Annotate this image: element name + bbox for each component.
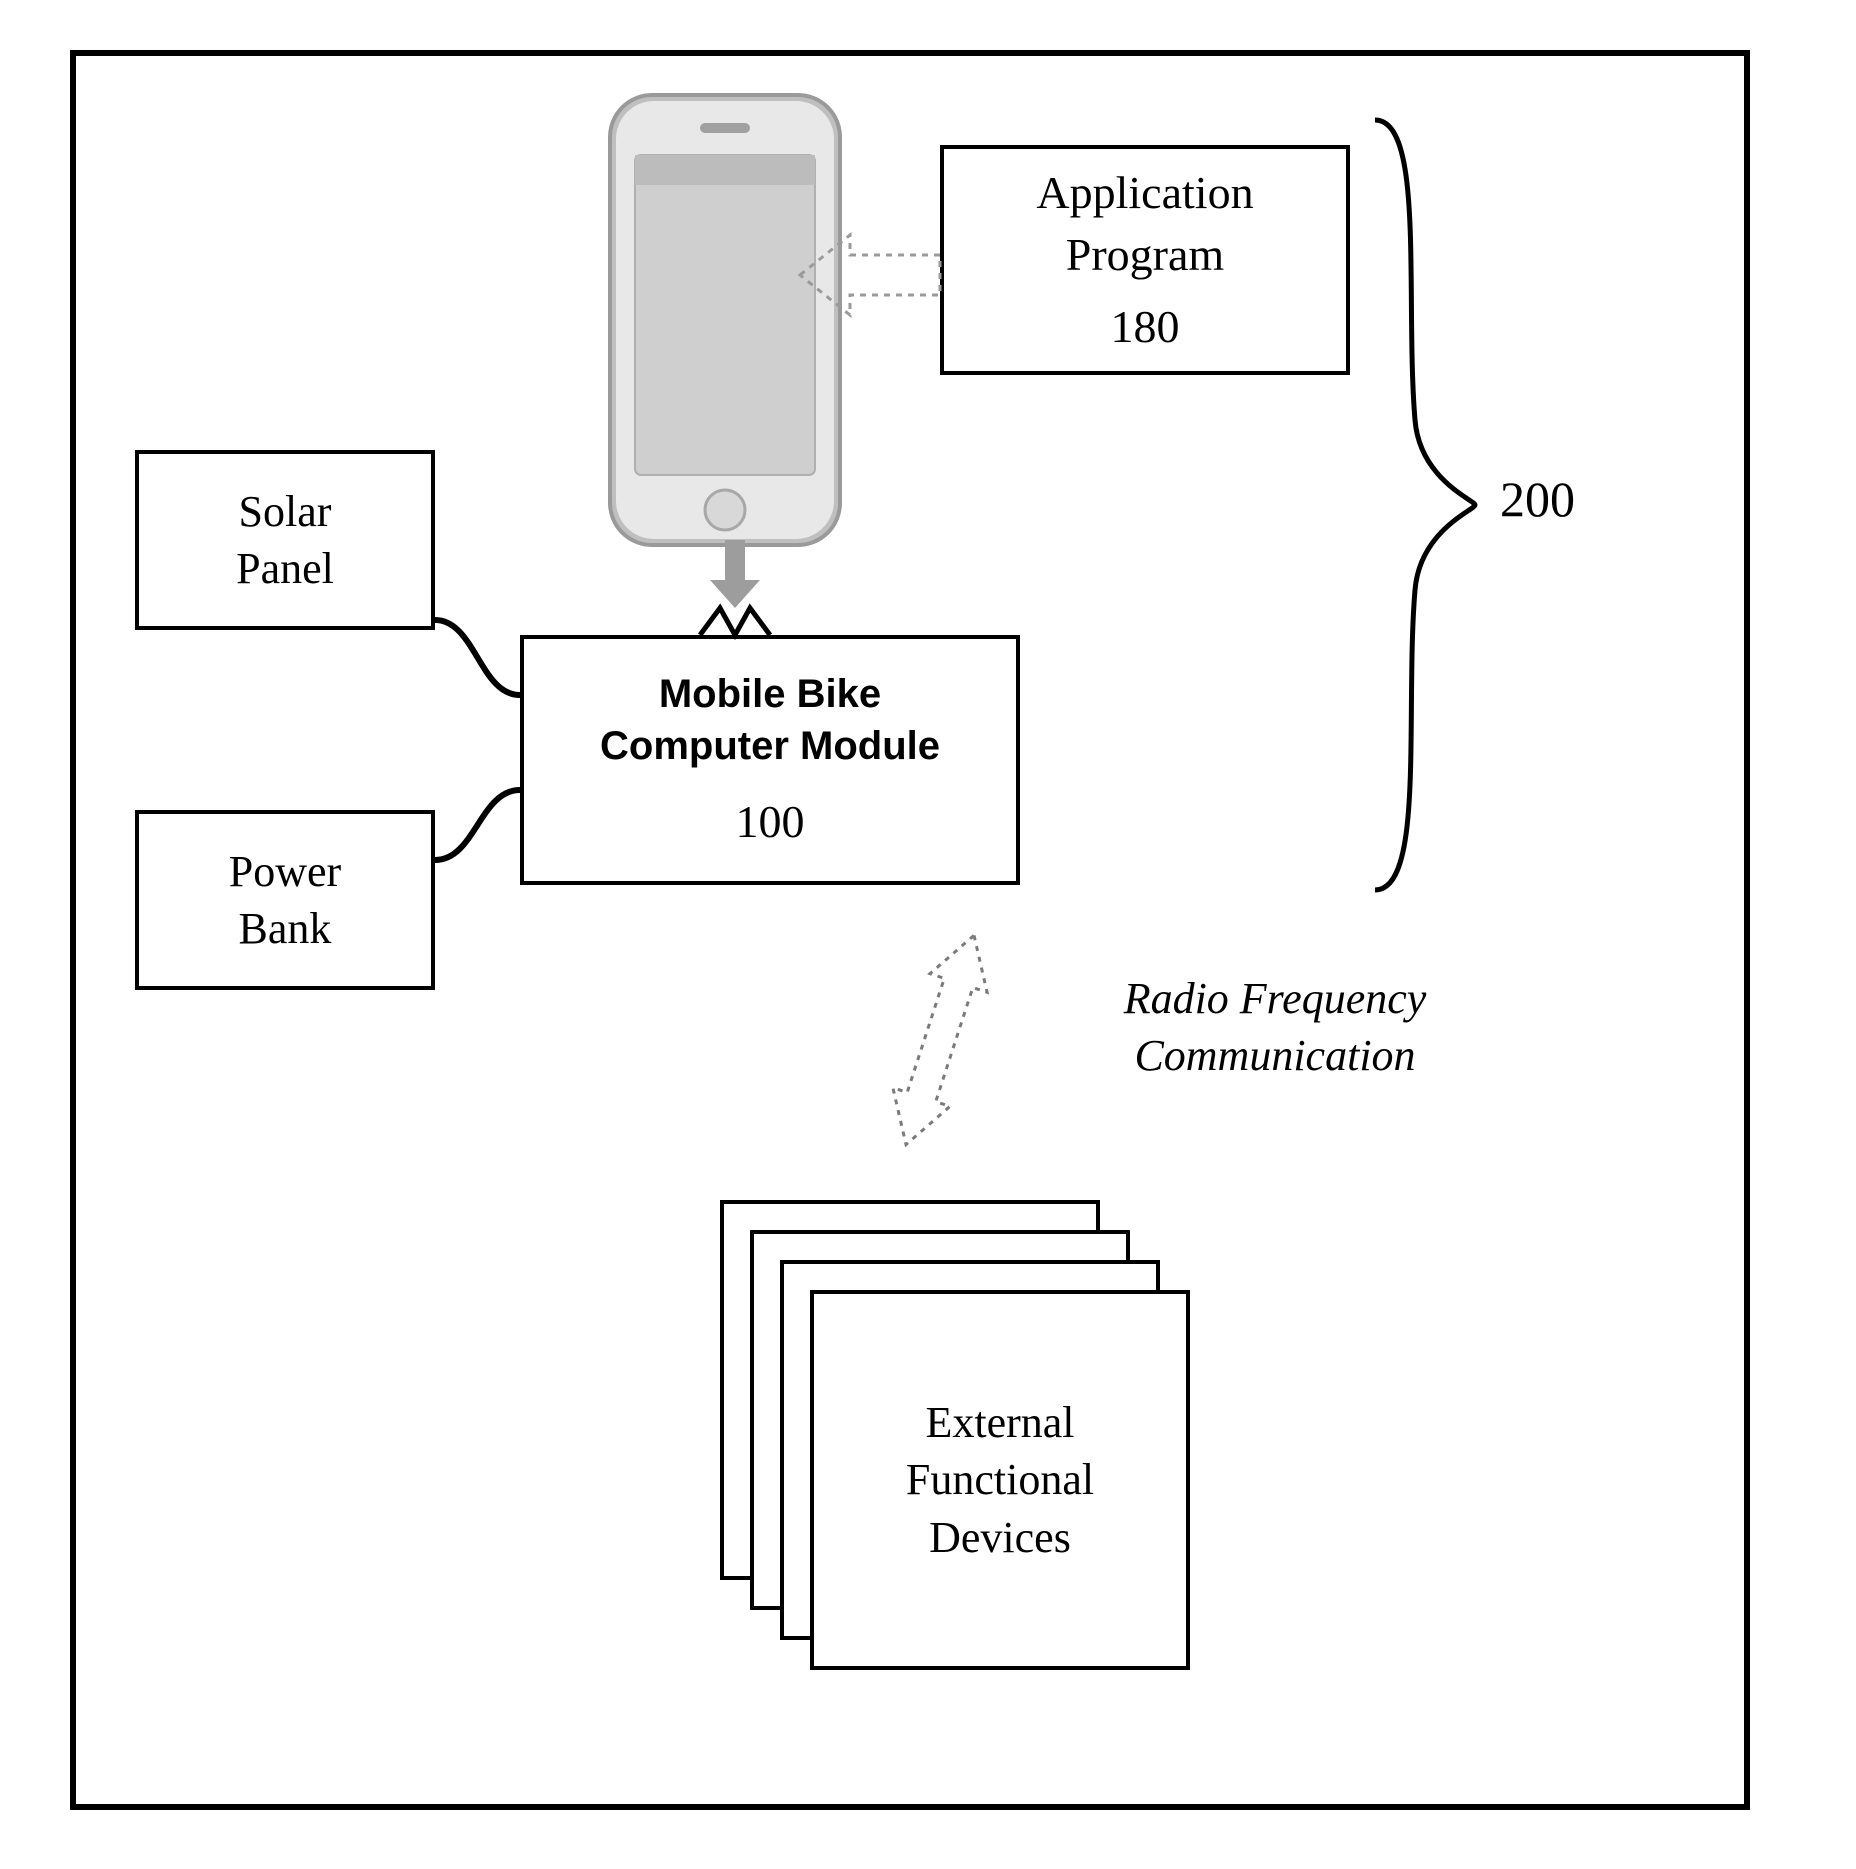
external-devices-front: External Functional Devices — [810, 1290, 1190, 1670]
rf-comm-label: Radio Frequency Communication — [1050, 970, 1500, 1084]
connector-power-to-module — [435, 780, 555, 880]
solar-panel-label: Solar Panel — [236, 483, 334, 597]
application-program-ref: 180 — [1111, 296, 1180, 358]
power-bank-box: Power Bank — [135, 810, 435, 990]
solar-panel-box: Solar Panel — [135, 450, 435, 630]
external-devices-label: External Functional Devices — [906, 1394, 1094, 1566]
external-devices-stack: External Functional Devices — [720, 1200, 1190, 1670]
arrow-phone-to-module — [700, 540, 770, 640]
application-program-box: Application Program 180 — [940, 145, 1350, 375]
brace-200 — [1365, 120, 1485, 890]
arrow-app-to-phone — [790, 230, 970, 320]
group-ref-200: 200 — [1500, 470, 1575, 528]
mobile-module-ref: 100 — [736, 792, 805, 852]
connector-solar-to-module — [435, 600, 555, 720]
application-program-label: Application Program — [1036, 162, 1253, 286]
mobile-module-box: Mobile Bike Computer Module 100 — [520, 635, 1020, 885]
mobile-module-title: Mobile Bike Computer Module — [600, 668, 940, 772]
phone-icon — [600, 85, 850, 555]
arrow-rf-comm — [870, 930, 1010, 1150]
power-bank-label: Power Bank — [229, 843, 341, 957]
